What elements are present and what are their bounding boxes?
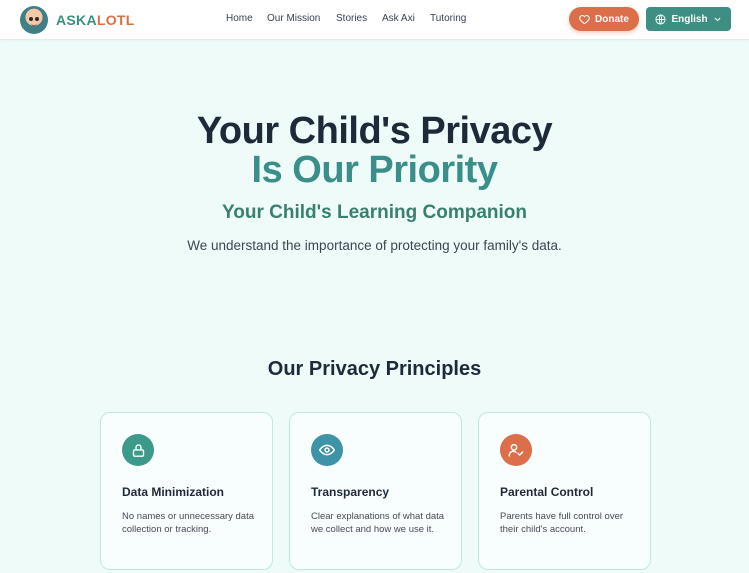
donate-button[interactable]: Donate — [569, 7, 639, 31]
card-title: Transparency — [311, 485, 390, 499]
site-logo[interactable]: ASKALOTL — [20, 6, 135, 34]
donate-label: Donate — [595, 13, 629, 25]
principles-title: Our Privacy Principles — [267, 358, 482, 380]
hero-subtitle: Your Child's Learning Companion — [221, 202, 527, 223]
user-check-icon — [500, 434, 532, 466]
nav-ask-axi[interactable]: Ask Axi — [382, 13, 415, 24]
logo-text-part2: LOTL — [96, 12, 135, 28]
card-title: Parental Control — [500, 485, 594, 499]
lock-icon — [122, 434, 154, 466]
card-title: Data Minimization — [122, 485, 225, 499]
logo-text-part1: ASKA — [56, 12, 97, 28]
nav-stories[interactable]: Stories — [336, 13, 367, 24]
hero-title-line2: Is Our Priority — [251, 149, 498, 191]
card-body: Parents have full control over their chi… — [500, 511, 624, 536]
hero-title-line1: Your Child's Privacy — [196, 110, 553, 152]
logo-text: ASKALOTL — [56, 12, 135, 28]
nav-tutoring[interactable]: Tutoring — [430, 13, 466, 24]
globe-icon — [655, 13, 666, 25]
axolotl-avatar-icon — [20, 6, 48, 34]
nav-home[interactable]: Home — [226, 13, 253, 24]
language-selector[interactable]: English — [646, 7, 731, 31]
chevron-down-icon — [714, 17, 720, 21]
card-body: Clear explanations of what data we colle… — [311, 511, 445, 536]
eye-icon — [311, 434, 343, 466]
language-label: English — [671, 13, 708, 25]
heart-icon — [579, 14, 590, 24]
hero-description: We understand the importance of protecti… — [187, 238, 562, 253]
site-header: ASKALOTL Home Our Mission Stories Ask Ax… — [0, 0, 749, 40]
card-body: No names or unnecessary data collection … — [122, 511, 255, 536]
nav-our-mission[interactable]: Our Mission — [267, 13, 320, 24]
principle-card-parental-control: Parental Control Parents have full contr… — [478, 412, 651, 570]
principle-card-transparency: Transparency Clear explanations of what … — [289, 412, 462, 570]
principle-card-data-minimization: Data Minimization No names or unnecessar… — [100, 412, 273, 570]
